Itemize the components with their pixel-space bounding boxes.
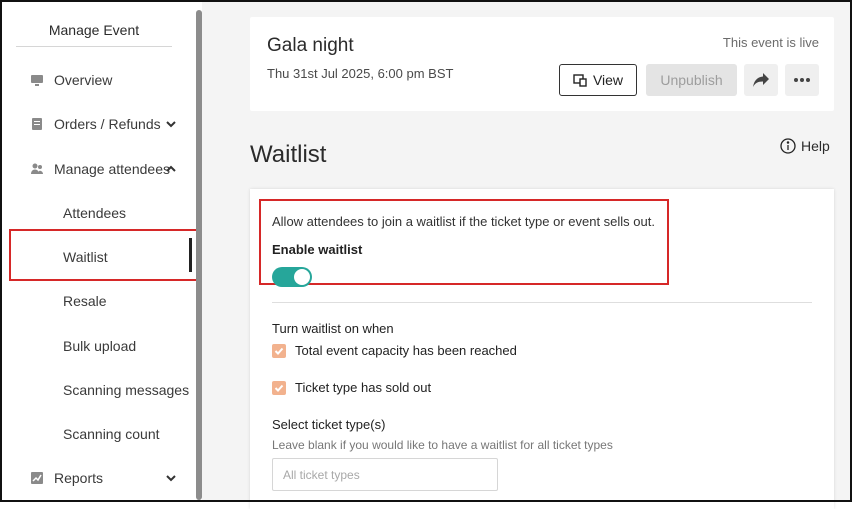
- enable-waitlist-label: Enable waitlist: [272, 242, 363, 257]
- sidebar-item-overview[interactable]: Overview: [12, 66, 194, 94]
- main-content: Gala night Thu 31st Jul 2025, 6:00 pm BS…: [202, 2, 850, 509]
- sidebar-subitem-bulk-upload[interactable]: Bulk upload: [12, 332, 194, 360]
- sidebar-item-orders-refunds[interactable]: Orders / Refunds: [12, 110, 194, 138]
- view-button[interactable]: View: [559, 64, 637, 96]
- sidebar-item-label: Overview: [54, 72, 113, 88]
- sidebar-item-label: Orders / Refunds: [54, 116, 161, 132]
- share-icon: [753, 73, 769, 87]
- monitor-icon: [30, 73, 44, 87]
- toggle-knob: [294, 269, 310, 285]
- help-link[interactable]: Help: [780, 138, 830, 154]
- ellipsis-icon: [794, 78, 810, 82]
- waitlist-settings-card: Allow attendees to join a waitlist if th…: [250, 189, 834, 509]
- help-label: Help: [801, 138, 830, 154]
- capacity-reached-checkbox[interactable]: [272, 343, 286, 358]
- chevron-down-icon[interactable]: [165, 471, 179, 485]
- page-title: Waitlist: [250, 141, 327, 168]
- waitlist-highlight-box: [9, 229, 206, 281]
- sidebar-item-label: Manage attendees: [54, 161, 170, 177]
- sidebar-item-label: Reports: [54, 470, 104, 486]
- ticket-sold-out-checkbox-row[interactable]: Ticket type has sold out: [272, 380, 431, 395]
- event-status: This event is live: [722, 35, 819, 50]
- view-icon: [573, 74, 587, 87]
- chevron-up-icon[interactable]: [165, 162, 179, 176]
- check-icon: [274, 347, 284, 355]
- unpublish-button[interactable]: Unpublish: [646, 64, 737, 96]
- select-ticket-types-hint: Leave blank if you would like to have a …: [272, 438, 613, 452]
- sidebar-subitem-attendees[interactable]: Attendees: [12, 199, 194, 227]
- event-header-card: Gala night Thu 31st Jul 2025, 6:00 pm BS…: [250, 17, 834, 111]
- share-button[interactable]: [744, 64, 778, 96]
- chevron-down-icon[interactable]: [165, 117, 179, 131]
- people-icon: [30, 162, 44, 176]
- select-ticket-types-label: Select ticket type(s): [272, 417, 386, 432]
- active-indicator: [189, 238, 192, 272]
- document-icon: [30, 117, 44, 131]
- check-icon: [274, 384, 284, 392]
- capacity-reached-checkbox-row[interactable]: Total event capacity has been reached: [272, 343, 517, 358]
- divider: [272, 302, 812, 303]
- sidebar-subitem-scanning-count[interactable]: Scanning count: [12, 420, 194, 448]
- ticket-sold-out-label: Ticket type has sold out: [295, 380, 432, 395]
- sidebar-item-reports[interactable]: Reports: [12, 464, 194, 492]
- sidebar-subitem-resale[interactable]: Resale: [12, 287, 194, 315]
- event-title: Gala night: [267, 35, 354, 56]
- event-date: Thu 31st Jul 2025, 6:00 pm BST: [267, 66, 454, 81]
- sidebar-subitem-scanning-messages[interactable]: Scanning messages: [12, 376, 194, 404]
- chart-icon: [30, 471, 44, 485]
- ticket-types-input[interactable]: [272, 458, 498, 491]
- more-options-button[interactable]: [785, 64, 819, 96]
- turn-waitlist-on-label: Turn waitlist on when: [272, 321, 394, 336]
- ticket-sold-out-checkbox[interactable]: [272, 380, 286, 395]
- info-icon: [780, 138, 796, 154]
- view-button-label: View: [592, 72, 624, 88]
- sidebar-title: Manage Event: [16, 22, 172, 47]
- capacity-reached-label: Total event capacity has been reached: [295, 343, 517, 358]
- sidebar-item-manage-attendees[interactable]: Manage attendees: [12, 155, 194, 183]
- enable-waitlist-toggle[interactable]: [272, 267, 312, 287]
- waitlist-description: Allow attendees to join a waitlist if th…: [272, 214, 655, 229]
